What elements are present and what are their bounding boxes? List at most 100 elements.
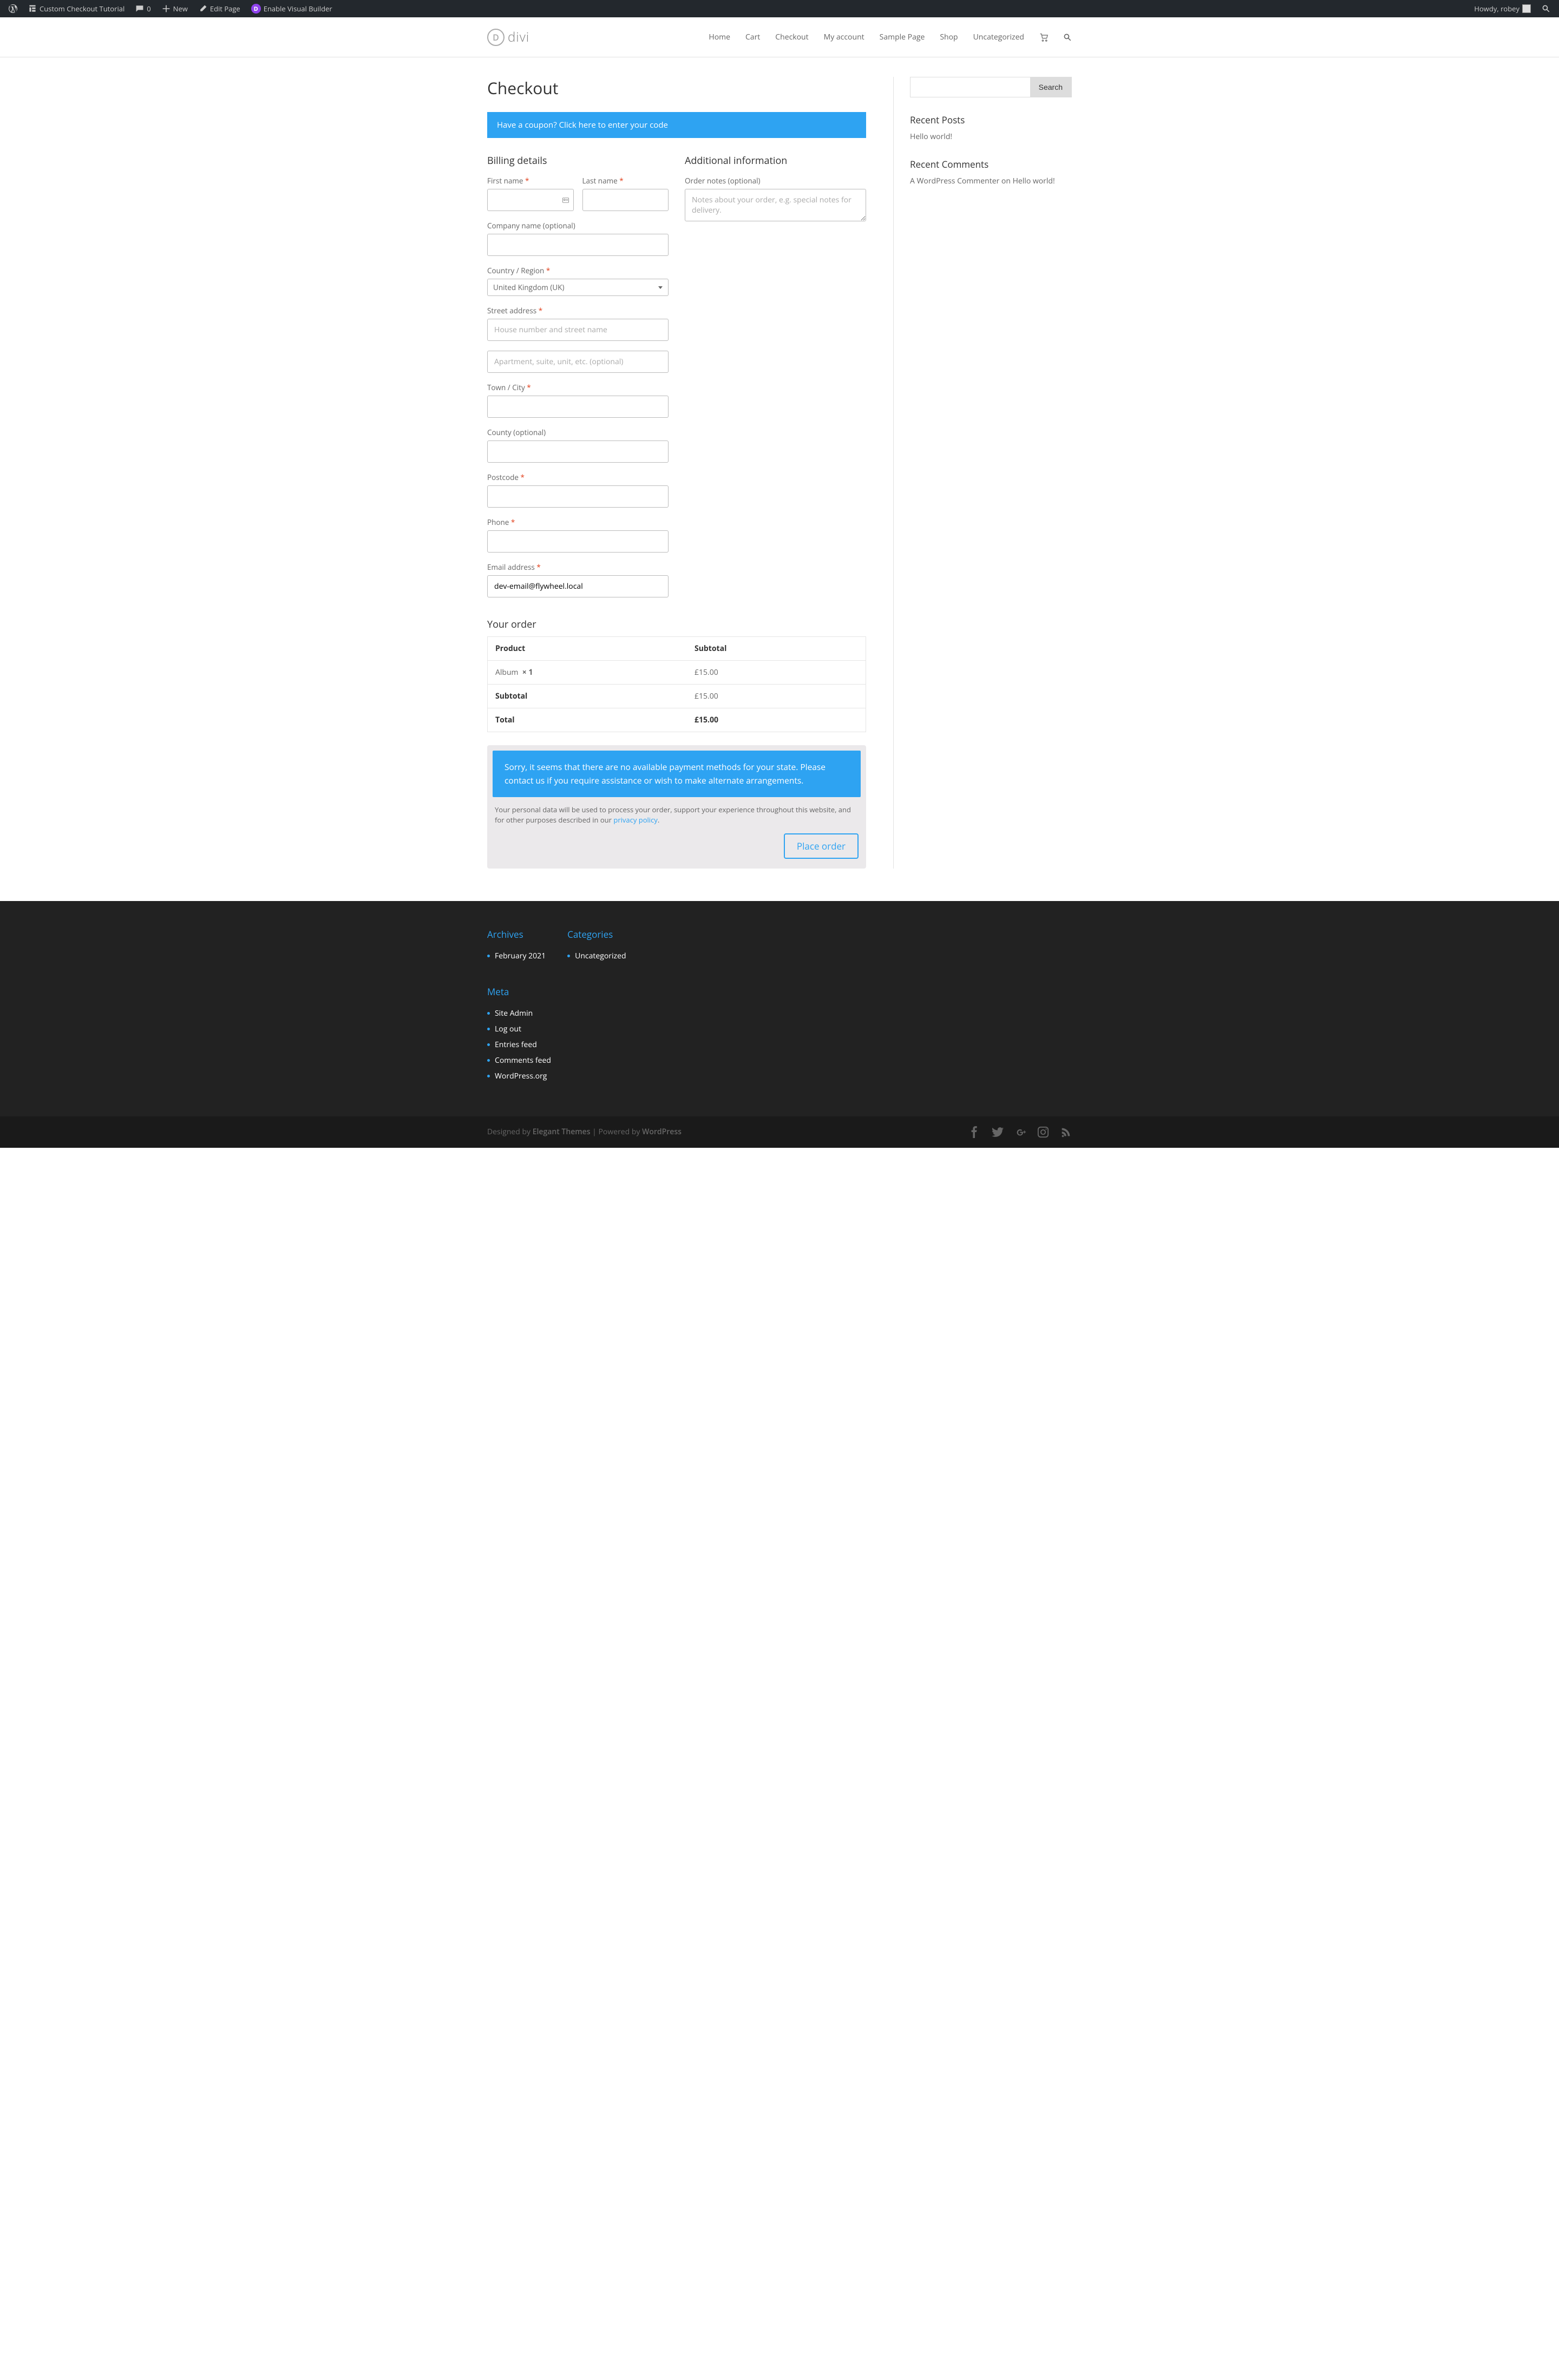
page-title: Checkout	[487, 77, 866, 99]
first-name-input[interactable]	[487, 189, 574, 211]
admin-search-toggle[interactable]	[1537, 0, 1555, 17]
street-address-1-input[interactable]	[487, 319, 669, 341]
privacy-policy-link[interactable]: privacy policy	[613, 815, 657, 825]
sidebar-search-input[interactable]	[910, 77, 1030, 97]
order-heading: Your order	[487, 618, 866, 631]
new-label: New	[173, 4, 188, 14]
payment-methods-notice: Sorry, it seems that there are no availa…	[493, 751, 861, 797]
privacy-policy-text: Your personal data will be used to proce…	[493, 797, 861, 831]
total-value: £15.00	[687, 708, 866, 732]
archives-heading: Archives	[487, 928, 546, 941]
plus-icon	[162, 4, 171, 13]
street-address-2-input[interactable]	[487, 351, 669, 373]
search-icon	[1542, 4, 1550, 13]
wordpress-icon	[9, 4, 17, 13]
meta-logout[interactable]: Log out	[495, 1024, 521, 1034]
dashboard-icon	[28, 4, 37, 13]
first-name-label: First name *	[487, 176, 574, 186]
sidebar: Search Recent Posts Hello world! Recent …	[893, 77, 1072, 869]
nav-uncategorized[interactable]: Uncategorized	[973, 32, 1024, 42]
sidebar-search-button[interactable]: Search	[1030, 77, 1071, 97]
footer-bottom: Designed by Elegant Themes | Powered by …	[0, 1116, 1559, 1148]
instagram-icon[interactable]	[1037, 1126, 1049, 1138]
product-header: Product	[488, 637, 687, 661]
site-title-text: Custom Checkout Tutorial	[40, 4, 125, 14]
archive-link[interactable]: February 2021	[495, 951, 546, 961]
comment-post-link[interactable]: Hello world!	[1013, 176, 1055, 186]
order-review-table: Product Subtotal Album × 1 £15.00 Subtot…	[487, 636, 866, 732]
order-item-row: Album × 1 £15.00	[488, 661, 866, 685]
category-link[interactable]: Uncategorized	[575, 951, 626, 961]
subtotal-value: £15.00	[687, 685, 866, 708]
comments-count: 0	[147, 4, 150, 14]
cart-icon[interactable]	[1039, 33, 1048, 42]
new-content-menu[interactable]: New	[158, 0, 192, 17]
site-logo[interactable]: D divi	[487, 28, 529, 46]
recent-comments-heading: Recent Comments	[910, 158, 1072, 170]
phone-label: Phone *	[487, 517, 669, 527]
last-name-input[interactable]	[582, 189, 669, 211]
wordpress-link[interactable]: WordPress	[642, 1127, 682, 1137]
postcode-label: Postcode *	[487, 472, 669, 482]
site-name-menu[interactable]: Custom Checkout Tutorial	[24, 0, 129, 17]
elegant-themes-link[interactable]: Elegant Themes	[533, 1127, 591, 1137]
visual-builder-menu[interactable]: D Enable Visual Builder	[247, 0, 337, 17]
country-select[interactable]: United Kingdom (UK)	[487, 279, 669, 296]
logo-text: divi	[508, 28, 529, 46]
logo-icon: D	[487, 29, 505, 46]
user-account-menu[interactable]: Howdy, robey	[1470, 0, 1535, 17]
order-notes-input[interactable]	[685, 189, 866, 221]
divi-logo-icon: D	[251, 4, 261, 14]
footer-credits: Designed by Elegant Themes | Powered by …	[487, 1127, 682, 1137]
howdy-text: Howdy, robey	[1474, 4, 1519, 14]
nav-home[interactable]: Home	[709, 32, 730, 42]
twitter-icon[interactable]	[992, 1126, 1004, 1138]
wp-admin-bar: Custom Checkout Tutorial 0 New Edit Page…	[0, 0, 1559, 17]
nav-cart[interactable]: Cart	[745, 32, 760, 42]
meta-entries-feed[interactable]: Entries feed	[495, 1040, 537, 1050]
rss-icon[interactable]	[1060, 1126, 1072, 1138]
total-label: Total	[488, 708, 687, 732]
edit-page-menu[interactable]: Edit Page	[194, 0, 245, 17]
commenter-link[interactable]: A WordPress Commenter	[910, 176, 999, 186]
meta-site-admin[interactable]: Site Admin	[495, 1008, 533, 1018]
contact-card-icon	[562, 196, 569, 204]
comments-menu[interactable]: 0	[131, 0, 155, 17]
place-order-button[interactable]: Place order	[784, 833, 859, 859]
payment-section: Sorry, it seems that there are no availa…	[487, 745, 866, 869]
edit-label: Edit Page	[210, 4, 240, 14]
county-input[interactable]	[487, 441, 669, 463]
footer-widgets: Archives February 2021 Categories Uncate…	[0, 901, 1559, 1116]
visual-builder-label: Enable Visual Builder	[264, 4, 332, 14]
additional-heading: Additional information	[685, 154, 866, 167]
street-label: Street address *	[487, 306, 669, 315]
nav-checkout[interactable]: Checkout	[775, 32, 808, 42]
last-name-label: Last name *	[582, 176, 669, 186]
nav-shop[interactable]: Shop	[940, 32, 958, 42]
nav-my-account[interactable]: My account	[824, 32, 864, 42]
wp-logo-menu[interactable]	[4, 0, 22, 17]
google-plus-icon[interactable]	[1014, 1126, 1026, 1138]
meta-wordpress-org[interactable]: WordPress.org	[495, 1071, 547, 1081]
site-header: D divi Home Cart Checkout My account Sam…	[0, 17, 1559, 57]
email-label: Email address *	[487, 562, 669, 572]
nav-sample-page[interactable]: Sample Page	[880, 32, 925, 42]
avatar-icon	[1522, 4, 1531, 13]
company-input[interactable]	[487, 234, 669, 256]
item-qty: × 1	[522, 667, 533, 678]
meta-comments-feed[interactable]: Comments feed	[495, 1055, 551, 1066]
search-widget: Search	[910, 77, 1072, 97]
subtotal-label: Subtotal	[488, 685, 687, 708]
phone-input[interactable]	[487, 530, 669, 553]
chevron-down-icon	[658, 286, 663, 289]
pencil-icon	[199, 4, 207, 13]
town-input[interactable]	[487, 396, 669, 418]
nav-search-icon[interactable]	[1063, 33, 1072, 42]
coupon-toggle[interactable]: Have a coupon? Click here to enter your …	[487, 112, 866, 138]
recent-post-link[interactable]: Hello world!	[910, 132, 952, 142]
email-input[interactable]	[487, 575, 669, 597]
billing-heading: Billing details	[487, 154, 669, 167]
facebook-icon[interactable]	[969, 1126, 981, 1138]
order-notes-label: Order notes (optional)	[685, 176, 866, 186]
postcode-input[interactable]	[487, 485, 669, 508]
